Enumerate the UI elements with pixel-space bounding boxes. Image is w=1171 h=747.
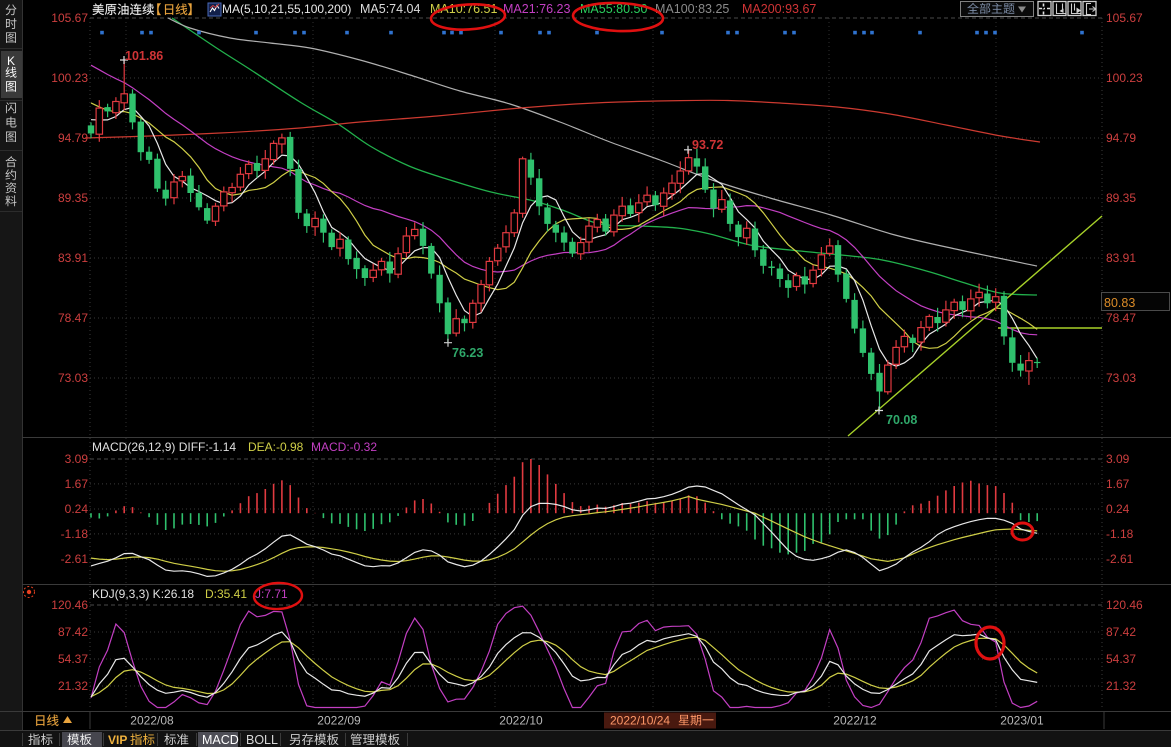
- svg-text:120.46: 120.46: [51, 598, 88, 612]
- svg-text:21.32: 21.32: [1106, 679, 1136, 693]
- svg-text:1.67: 1.67: [65, 477, 89, 491]
- svg-text:89.35: 89.35: [1106, 191, 1136, 205]
- svg-text:100.23: 100.23: [51, 71, 88, 85]
- svg-text:KDJ(9,3,3) K:26.18: KDJ(9,3,3) K:26.18: [92, 587, 194, 601]
- svg-text:83.91: 83.91: [1106, 251, 1136, 265]
- svg-text:-2.61: -2.61: [61, 552, 89, 566]
- svg-text:100.23: 100.23: [1106, 71, 1143, 85]
- svg-text:MA21:76.23: MA21:76.23: [503, 2, 570, 16]
- svg-text:DEA:-0.98: DEA:-0.98: [248, 440, 304, 454]
- svg-text:K: K: [7, 54, 15, 68]
- svg-text:78.47: 78.47: [1106, 311, 1136, 325]
- svg-text:BOLL: BOLL: [246, 733, 278, 747]
- svg-text:D:35.41: D:35.41: [205, 587, 247, 601]
- svg-text:2022/09: 2022/09: [317, 714, 361, 728]
- svg-text:0.24: 0.24: [1106, 502, 1130, 516]
- svg-text:54.37: 54.37: [1106, 652, 1136, 666]
- svg-text:2022/12: 2022/12: [833, 714, 877, 728]
- svg-text:MA100:83.25: MA100:83.25: [655, 2, 729, 16]
- svg-text:-1.18: -1.18: [61, 527, 89, 541]
- svg-text:101.86: 101.86: [125, 49, 163, 63]
- svg-text:2023/01: 2023/01: [1000, 714, 1044, 728]
- svg-text:MA5:74.04: MA5:74.04: [360, 2, 421, 16]
- svg-text:MACD:-0.32: MACD:-0.32: [311, 440, 377, 454]
- svg-text:94.79: 94.79: [58, 131, 88, 145]
- svg-text:3.09: 3.09: [1106, 452, 1130, 466]
- svg-text:105.67: 105.67: [51, 11, 88, 25]
- svg-text:120.46: 120.46: [1106, 598, 1143, 612]
- svg-text:2022/08: 2022/08: [130, 714, 174, 728]
- svg-text:76.23: 76.23: [452, 346, 483, 360]
- svg-text:54.37: 54.37: [58, 652, 88, 666]
- svg-text:105.67: 105.67: [1106, 11, 1143, 25]
- svg-text:2022/10/24: 2022/10/24: [610, 714, 670, 728]
- svg-text:-2.61: -2.61: [1106, 552, 1134, 566]
- svg-text:87.42: 87.42: [58, 625, 88, 639]
- svg-text:70.08: 70.08: [886, 413, 917, 427]
- svg-text:MA200:93.67: MA200:93.67: [742, 2, 816, 16]
- svg-text:MACD(26,12,9) DIFF:-1.14: MACD(26,12,9) DIFF:-1.14: [92, 440, 236, 454]
- svg-text:VIP: VIP: [108, 733, 127, 747]
- svg-text:78.47: 78.47: [58, 311, 88, 325]
- svg-text:MACD: MACD: [202, 733, 239, 747]
- svg-text:89.35: 89.35: [58, 191, 88, 205]
- svg-text:0.24: 0.24: [65, 502, 89, 516]
- svg-text:73.03: 73.03: [1106, 371, 1136, 385]
- svg-text:2022/10: 2022/10: [499, 714, 543, 728]
- svg-text:73.03: 73.03: [58, 371, 88, 385]
- svg-text:MA(5,10,21,55,100,200): MA(5,10,21,55,100,200): [222, 2, 351, 16]
- svg-text:3.09: 3.09: [65, 452, 89, 466]
- svg-text:83.91: 83.91: [58, 251, 88, 265]
- svg-text:93.72: 93.72: [692, 138, 723, 152]
- svg-text:80.83: 80.83: [1104, 296, 1135, 310]
- svg-text:87.42: 87.42: [1106, 625, 1136, 639]
- svg-text:94.79: 94.79: [1106, 131, 1136, 145]
- svg-text:-1.18: -1.18: [1106, 527, 1134, 541]
- svg-text:21.32: 21.32: [58, 679, 88, 693]
- svg-text:1.67: 1.67: [1106, 477, 1130, 491]
